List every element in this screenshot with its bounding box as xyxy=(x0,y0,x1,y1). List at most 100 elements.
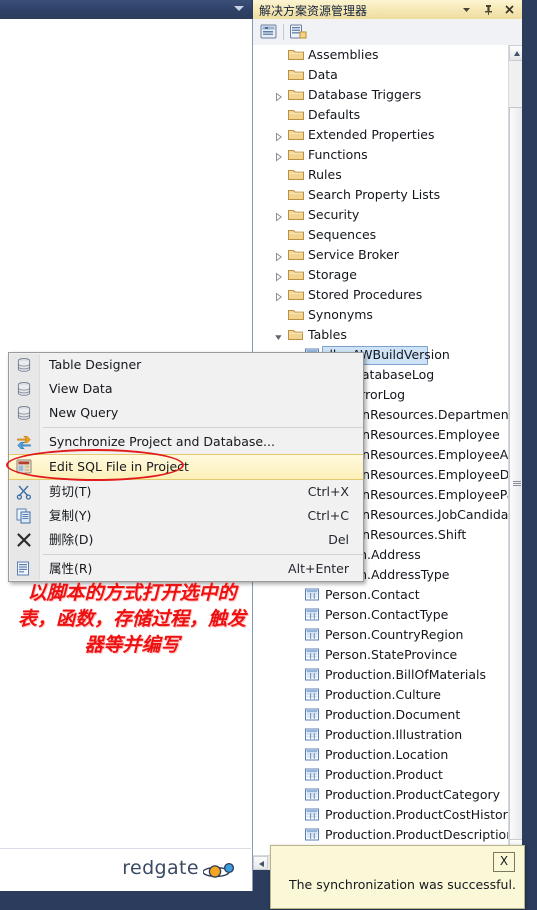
tree-item-folder[interactable]: Database Triggers xyxy=(253,85,508,105)
tree-item-table[interactable]: Production.ProductCategory xyxy=(253,785,508,805)
chevron-down-icon[interactable] xyxy=(458,1,475,18)
table-icon xyxy=(305,608,319,624)
left-panel-bottom-strip xyxy=(0,891,252,910)
expander-closed-icon[interactable] xyxy=(274,90,283,102)
tree-item-table[interactable]: Person.StateProvince xyxy=(253,645,508,665)
tree-item-table[interactable]: Production.Illustration xyxy=(253,725,508,745)
tree-item-folder[interactable]: Synonyms xyxy=(253,305,508,325)
context-menu-item-label: 属性(R) xyxy=(49,561,93,576)
tree-item-label: Extended Properties xyxy=(308,127,435,142)
pin-icon[interactable] xyxy=(480,1,497,18)
table-icon xyxy=(305,788,319,804)
table-icon xyxy=(305,668,319,684)
tree-item-folder[interactable]: Extended Properties xyxy=(253,125,508,145)
app-root: redgate 解决方案资源管理器 Assemblies Data Databa… xyxy=(0,0,537,910)
table-icon xyxy=(305,828,319,844)
context-menu-item[interactable]: 剪切(T) Ctrl+X xyxy=(9,480,363,504)
sync-icon xyxy=(16,434,32,450)
table-icon xyxy=(305,808,319,824)
left-panel-footer: redgate xyxy=(0,848,251,891)
table-icon xyxy=(305,628,319,644)
tree-item-table[interactable]: Person.CountryRegion xyxy=(253,625,508,645)
annotation-note: 以脚本的方式打开选中的表，函数，存储过程，触发器等并编写 xyxy=(17,582,246,656)
tree-item-folder[interactable]: Defaults xyxy=(253,105,508,125)
properties-icon xyxy=(16,561,32,577)
menu-separator xyxy=(43,554,363,555)
tree-item-label: Production.Product xyxy=(325,767,443,782)
context-menu-item[interactable]: 属性(R) Alt+Enter xyxy=(9,557,363,581)
tree-item-folder[interactable]: Sequences xyxy=(253,225,508,245)
tree-item-folder[interactable]: Stored Procedures xyxy=(253,285,508,305)
context-menu-item[interactable]: 复制(Y) Ctrl+C xyxy=(9,504,363,528)
tree-item-table[interactable]: Person.ContactType xyxy=(253,605,508,625)
show-all-files-icon[interactable] xyxy=(289,23,309,41)
tree-item-table[interactable]: Production.BillOfMaterials xyxy=(253,665,508,685)
tree-item-label: Storage xyxy=(308,267,357,282)
redgate-brand: redgate xyxy=(122,857,199,879)
tree-item-label: Synonyms xyxy=(308,307,373,322)
tree-item-table[interactable]: Production.ProductCostHistory xyxy=(253,805,508,825)
context-menu-item[interactable]: Table Designer xyxy=(9,353,363,377)
tree-item-label: Rules xyxy=(308,167,342,182)
tree-item-label: Person.StateProvince xyxy=(325,647,458,662)
tree-item-folder[interactable]: Storage xyxy=(253,265,508,285)
expander-closed-icon[interactable] xyxy=(274,290,283,302)
table-icon xyxy=(305,648,319,664)
panel-right-edge xyxy=(522,0,537,910)
delete-x-icon xyxy=(16,532,32,548)
context-menu-shortcut: Del xyxy=(328,532,349,547)
expander-closed-icon[interactable] xyxy=(274,210,283,222)
tree-item-folder[interactable]: Security xyxy=(253,205,508,225)
scroll-up-button[interactable] xyxy=(509,45,523,61)
tree-item-table[interactable]: Production.Product xyxy=(253,765,508,785)
context-menu-item[interactable]: Edit SQL File in Project xyxy=(9,454,363,480)
context-menu-item[interactable]: 删除(D) Del xyxy=(9,528,363,552)
tree-item-label: Sequences xyxy=(308,227,377,242)
tree-item-folder[interactable]: Tables xyxy=(253,325,508,345)
folder-icon xyxy=(288,168,304,184)
expander-closed-icon[interactable] xyxy=(274,150,283,162)
toast-message: The synchronization was successful. xyxy=(289,877,516,892)
notification-toast: X The synchronization was successful. xyxy=(270,845,525,909)
tree-item-folder[interactable]: Search Property Lists xyxy=(253,185,508,205)
context-menu-item[interactable]: Synchronize Project and Database... xyxy=(9,430,363,454)
tree-item-folder[interactable]: Functions xyxy=(253,145,508,165)
context-menu[interactable]: Table Designer View Data New Query Synchron… xyxy=(8,352,364,582)
tree-item-table[interactable]: Person.Contact xyxy=(253,585,508,605)
toast-close-button[interactable]: X xyxy=(493,852,515,872)
context-menu-item[interactable]: View Data xyxy=(9,377,363,401)
tree-item-folder[interactable]: Rules xyxy=(253,165,508,185)
tree-vertical-scrollbar[interactable] xyxy=(508,45,523,862)
expander-closed-icon[interactable] xyxy=(274,270,283,282)
tree-item-label: Production.Illustration xyxy=(325,727,463,742)
context-menu-item[interactable]: New Query xyxy=(9,401,363,425)
tree-item-table[interactable]: Production.Culture xyxy=(253,685,508,705)
tree-item-label: Defaults xyxy=(308,107,361,122)
tree-item-folder[interactable]: Service Broker xyxy=(253,245,508,265)
scrollbar-thumb[interactable] xyxy=(509,107,523,862)
table-icon xyxy=(305,688,319,704)
tree-item-table[interactable]: Production.ProductDescription xyxy=(253,825,508,845)
tree-item-label: Assemblies xyxy=(308,47,379,62)
tree-item-folder[interactable]: Data xyxy=(253,65,508,85)
expander-open-icon[interactable] xyxy=(274,330,282,340)
left-panel-titlebar xyxy=(0,0,252,19)
tree-item-table[interactable]: Production.Document xyxy=(253,705,508,725)
chevron-down-icon[interactable] xyxy=(234,6,244,11)
table-icon xyxy=(305,728,319,744)
folder-icon xyxy=(288,108,304,124)
tree-item-table[interactable]: Production.Location xyxy=(253,745,508,765)
scrollbar-grip-icon xyxy=(513,480,521,490)
properties-window-icon[interactable] xyxy=(259,23,279,41)
folder-icon xyxy=(288,208,304,224)
expander-closed-icon[interactable] xyxy=(274,130,283,142)
expander-closed-icon[interactable] xyxy=(274,250,283,262)
scroll-left-button[interactable] xyxy=(253,856,268,870)
database-icon xyxy=(16,357,32,373)
tree-item-label: Production.ProductCategory xyxy=(325,787,501,802)
scissors-icon xyxy=(16,484,32,500)
tree-item-label: Security xyxy=(308,207,360,222)
close-icon[interactable] xyxy=(501,1,518,18)
folder-icon xyxy=(288,148,304,164)
tree-item-folder[interactable]: Assemblies xyxy=(253,45,508,65)
